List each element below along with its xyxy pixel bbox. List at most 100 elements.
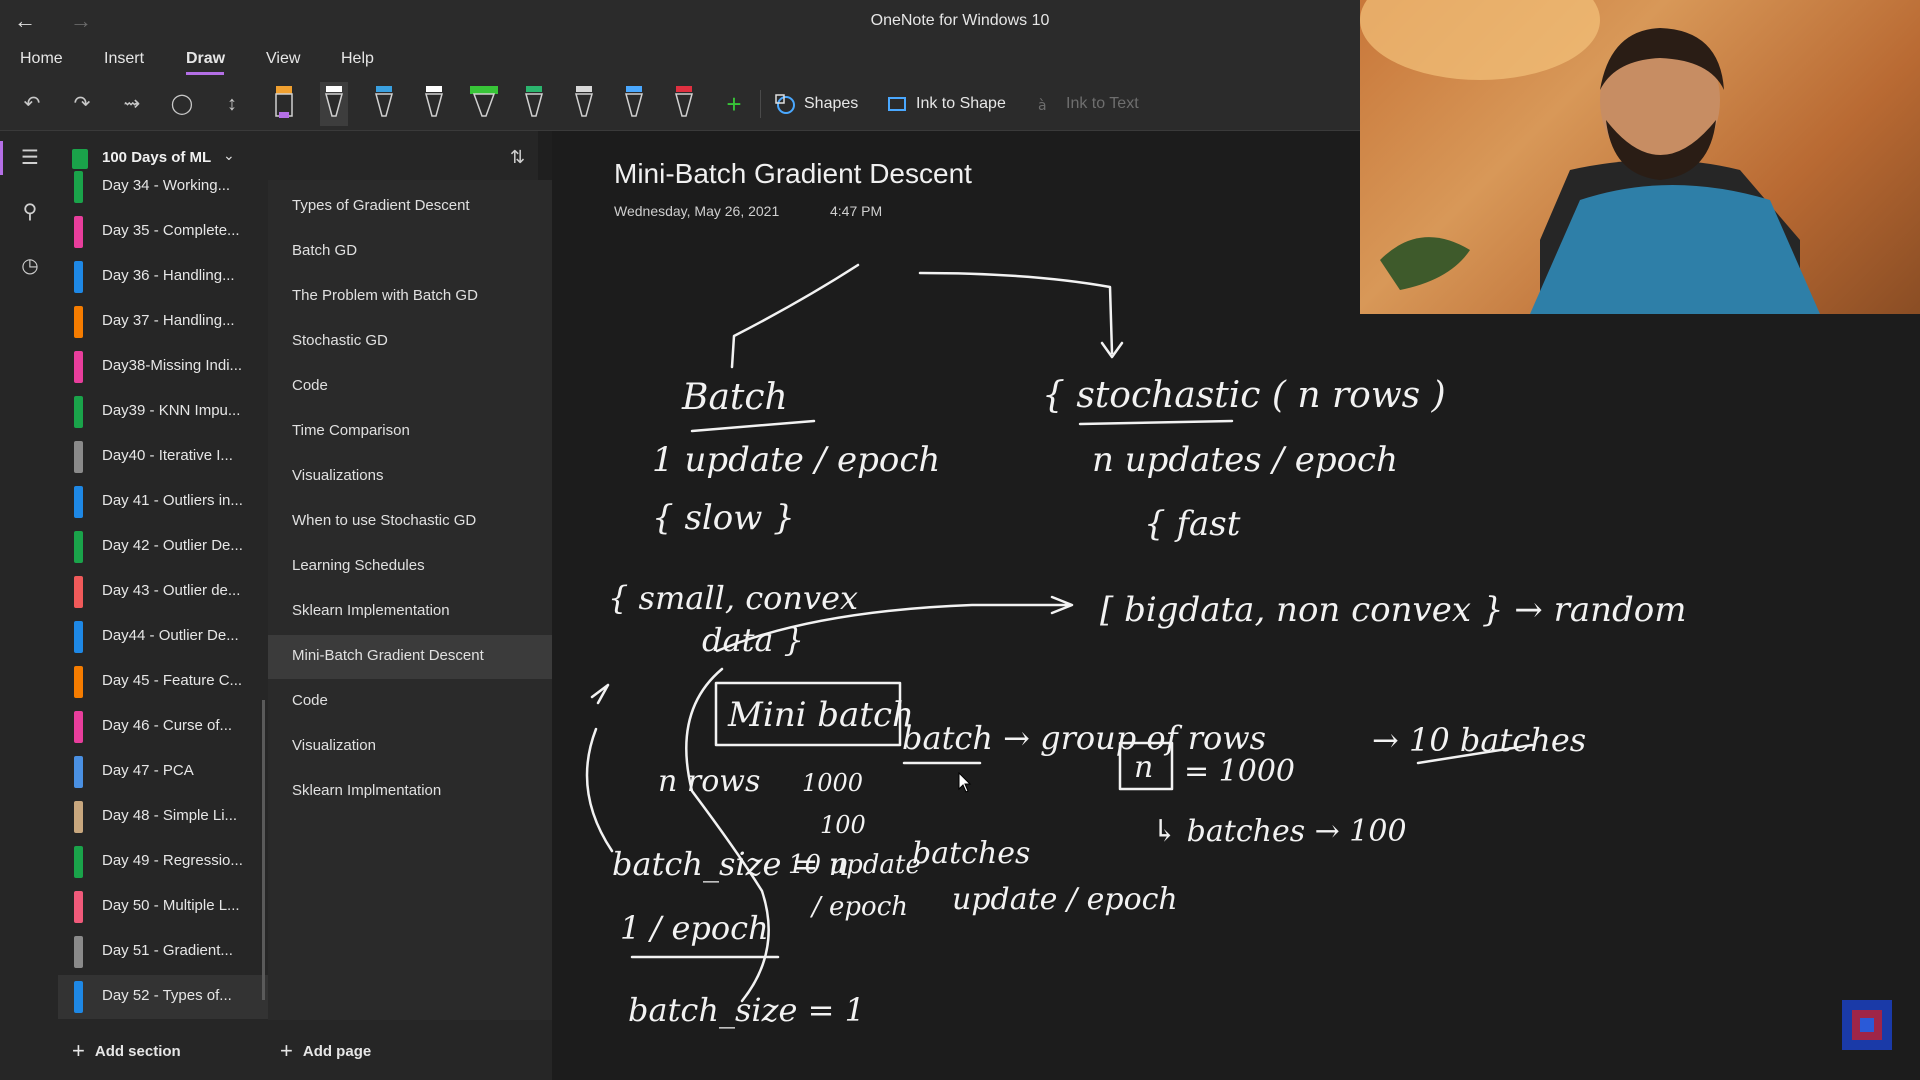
section-color-tab: [74, 576, 83, 608]
page-item[interactable]: When to use Stochastic GD: [268, 500, 552, 544]
page-item[interactable]: Learning Schedules: [268, 545, 552, 589]
section-item[interactable]: Day39 - KNN Impu...: [58, 390, 268, 434]
section-label: Day 48 - Simple Li...: [102, 807, 238, 824]
section-item[interactable]: Day 51 - Gradient...: [58, 930, 268, 974]
ink-arrow: [585, 727, 614, 853]
page-item[interactable]: Code: [268, 365, 552, 409]
section-item[interactable]: Day 37 - Handling...: [58, 300, 268, 344]
page-item[interactable]: Visualization: [268, 725, 552, 769]
section-item[interactable]: Day44 - Outlier De...: [58, 615, 268, 659]
page-item[interactable]: Time Comparison: [268, 410, 552, 454]
section-item[interactable]: Day 34 - Working...: [58, 165, 268, 209]
add-space-icon[interactable]: ↕: [218, 90, 246, 118]
section-item[interactable]: Day 41 - Outliers in...: [58, 480, 268, 524]
ink-arrow-head: [590, 683, 610, 705]
page-item[interactable]: Types of Gradient Descent: [268, 185, 552, 229]
page-item[interactable]: Code: [268, 680, 552, 724]
ink-to-shape-button[interactable]: Ink to Shape: [886, 90, 1006, 118]
page-label: Visualization: [292, 737, 376, 754]
pen-lightblue-icon[interactable]: [620, 82, 648, 126]
chevron-down-icon[interactable]: ⌄: [223, 147, 235, 164]
shapes-label: Shapes: [804, 95, 859, 112]
section-item[interactable]: Day 49 - Regressio...: [58, 840, 268, 884]
section-item[interactable]: Day 52 - Types of...: [58, 975, 268, 1019]
section-item[interactable]: Day 35 - Complete...: [58, 210, 268, 254]
page-label: Visualizations: [292, 467, 384, 484]
tab-home[interactable]: Home: [20, 50, 63, 68]
section-item[interactable]: Day 45 - Feature C...: [58, 660, 268, 704]
section-item[interactable]: Day 47 - PCA: [58, 750, 268, 794]
section-label: Day 51 - Gradient...: [102, 942, 233, 959]
pen-orange-icon[interactable]: [270, 82, 298, 126]
pen-red-icon[interactable]: [670, 82, 698, 126]
add-section-button[interactable]: + Add section: [72, 1038, 181, 1064]
title-bar: ← → OneNote for Windows 10: [0, 0, 1360, 42]
pen-blue-icon[interactable]: [370, 82, 398, 126]
tab-help[interactable]: Help: [341, 50, 374, 68]
highlighter-green-icon[interactable]: [470, 82, 498, 126]
add-pen-icon[interactable]: +: [720, 90, 748, 118]
section-item[interactable]: Day 48 - Simple Li...: [58, 795, 268, 839]
page-item[interactable]: Visualizations: [268, 455, 552, 499]
ink-to-text-icon: à: [1038, 98, 1047, 114]
ink-batch-group: batch → group of rows: [902, 719, 1266, 757]
pen-white-icon[interactable]: [420, 82, 448, 126]
redo-icon[interactable]: ↷: [68, 90, 96, 118]
sections-scrollbar[interactable]: [262, 700, 265, 1000]
section-item[interactable]: Day 42 - Outlier De...: [58, 525, 268, 569]
page-label: Code: [292, 692, 328, 709]
ink-stoch-fast: { fast: [1144, 504, 1241, 544]
pen-white-selected-icon[interactable]: [320, 82, 348, 126]
page-item[interactable]: Sklearn Implmentation: [268, 770, 552, 814]
page-label: Stochastic GD: [292, 332, 388, 349]
tab-draw[interactable]: Draw: [186, 50, 225, 68]
page-item[interactable]: Batch GD: [268, 230, 552, 274]
sort-icon[interactable]: ⇅: [510, 147, 525, 168]
ink-to-text-button[interactable]: à Ink to Text: [1036, 90, 1139, 118]
ink-underline: [1078, 419, 1234, 426]
section-item[interactable]: Day 50 - Multiple L...: [58, 885, 268, 929]
ink-100: 100: [820, 811, 866, 839]
section-label: Day40 - Iterative I...: [102, 447, 233, 464]
section-item[interactable]: Day40 - Iterative I...: [58, 435, 268, 479]
ink-to-text-label: Ink to Text: [1066, 95, 1139, 112]
search-icon[interactable]: ⚲: [16, 199, 44, 227]
notebook-name[interactable]: 100 Days of ML: [102, 149, 211, 166]
page-item[interactable]: Stochastic GD: [268, 320, 552, 364]
type-select-icon[interactable]: ⇝: [118, 90, 146, 118]
add-bar: + Add section + Add page: [58, 1020, 552, 1080]
recent-notes-icon[interactable]: ◷: [16, 253, 44, 281]
pen-teal-icon[interactable]: [520, 82, 548, 126]
section-item[interactable]: Day 46 - Curse of...: [58, 705, 268, 749]
section-label: Day39 - KNN Impu...: [102, 402, 241, 419]
webcam-overlay: [1360, 0, 1920, 314]
undo-icon[interactable]: ↶: [18, 90, 46, 118]
page-item[interactable]: Sklearn Implementation: [268, 590, 552, 634]
lasso-select-icon[interactable]: ◯: [168, 90, 196, 118]
page-item[interactable]: Mini-Batch Gradient Descent: [268, 635, 552, 679]
add-section-label: Add section: [94, 1043, 181, 1060]
pencil-gray-icon[interactable]: [570, 82, 598, 126]
ink-n: n: [1134, 750, 1153, 785]
tab-insert[interactable]: Insert: [104, 50, 144, 68]
tab-view[interactable]: View: [266, 50, 300, 68]
section-label: Day 42 - Outlier De...: [102, 537, 243, 554]
section-label: Day 36 - Handling...: [102, 267, 235, 284]
section-label: Day38-Missing Indi...: [102, 357, 243, 374]
draw-toolbar: ↶ ↷ ⇝ ◯ ↕ + Shapes Ink to Shape à Ink to…: [0, 76, 1360, 131]
section-label: Day 45 - Feature C...: [102, 672, 243, 689]
section-item[interactable]: Day38-Missing Indi...: [58, 345, 268, 389]
add-page-button[interactable]: + Add page: [280, 1038, 371, 1064]
section-color-tab: [74, 486, 83, 518]
section-item[interactable]: Day 43 - Outlier de...: [58, 570, 268, 614]
page-item[interactable]: The Problem with Batch GD: [268, 275, 552, 319]
plus-icon: +: [280, 1038, 293, 1063]
mouse-cursor-icon: [958, 772, 972, 793]
section-label: Day 46 - Curse of...: [102, 717, 233, 734]
shapes-button[interactable]: Shapes: [774, 90, 858, 118]
section-color-tab: [74, 621, 83, 653]
page-label: Types of Gradient Descent: [292, 197, 470, 214]
notebooks-icon[interactable]: ☰: [16, 145, 44, 173]
section-item[interactable]: Day 36 - Handling...: [58, 255, 268, 299]
section-color-tab: [74, 531, 83, 563]
